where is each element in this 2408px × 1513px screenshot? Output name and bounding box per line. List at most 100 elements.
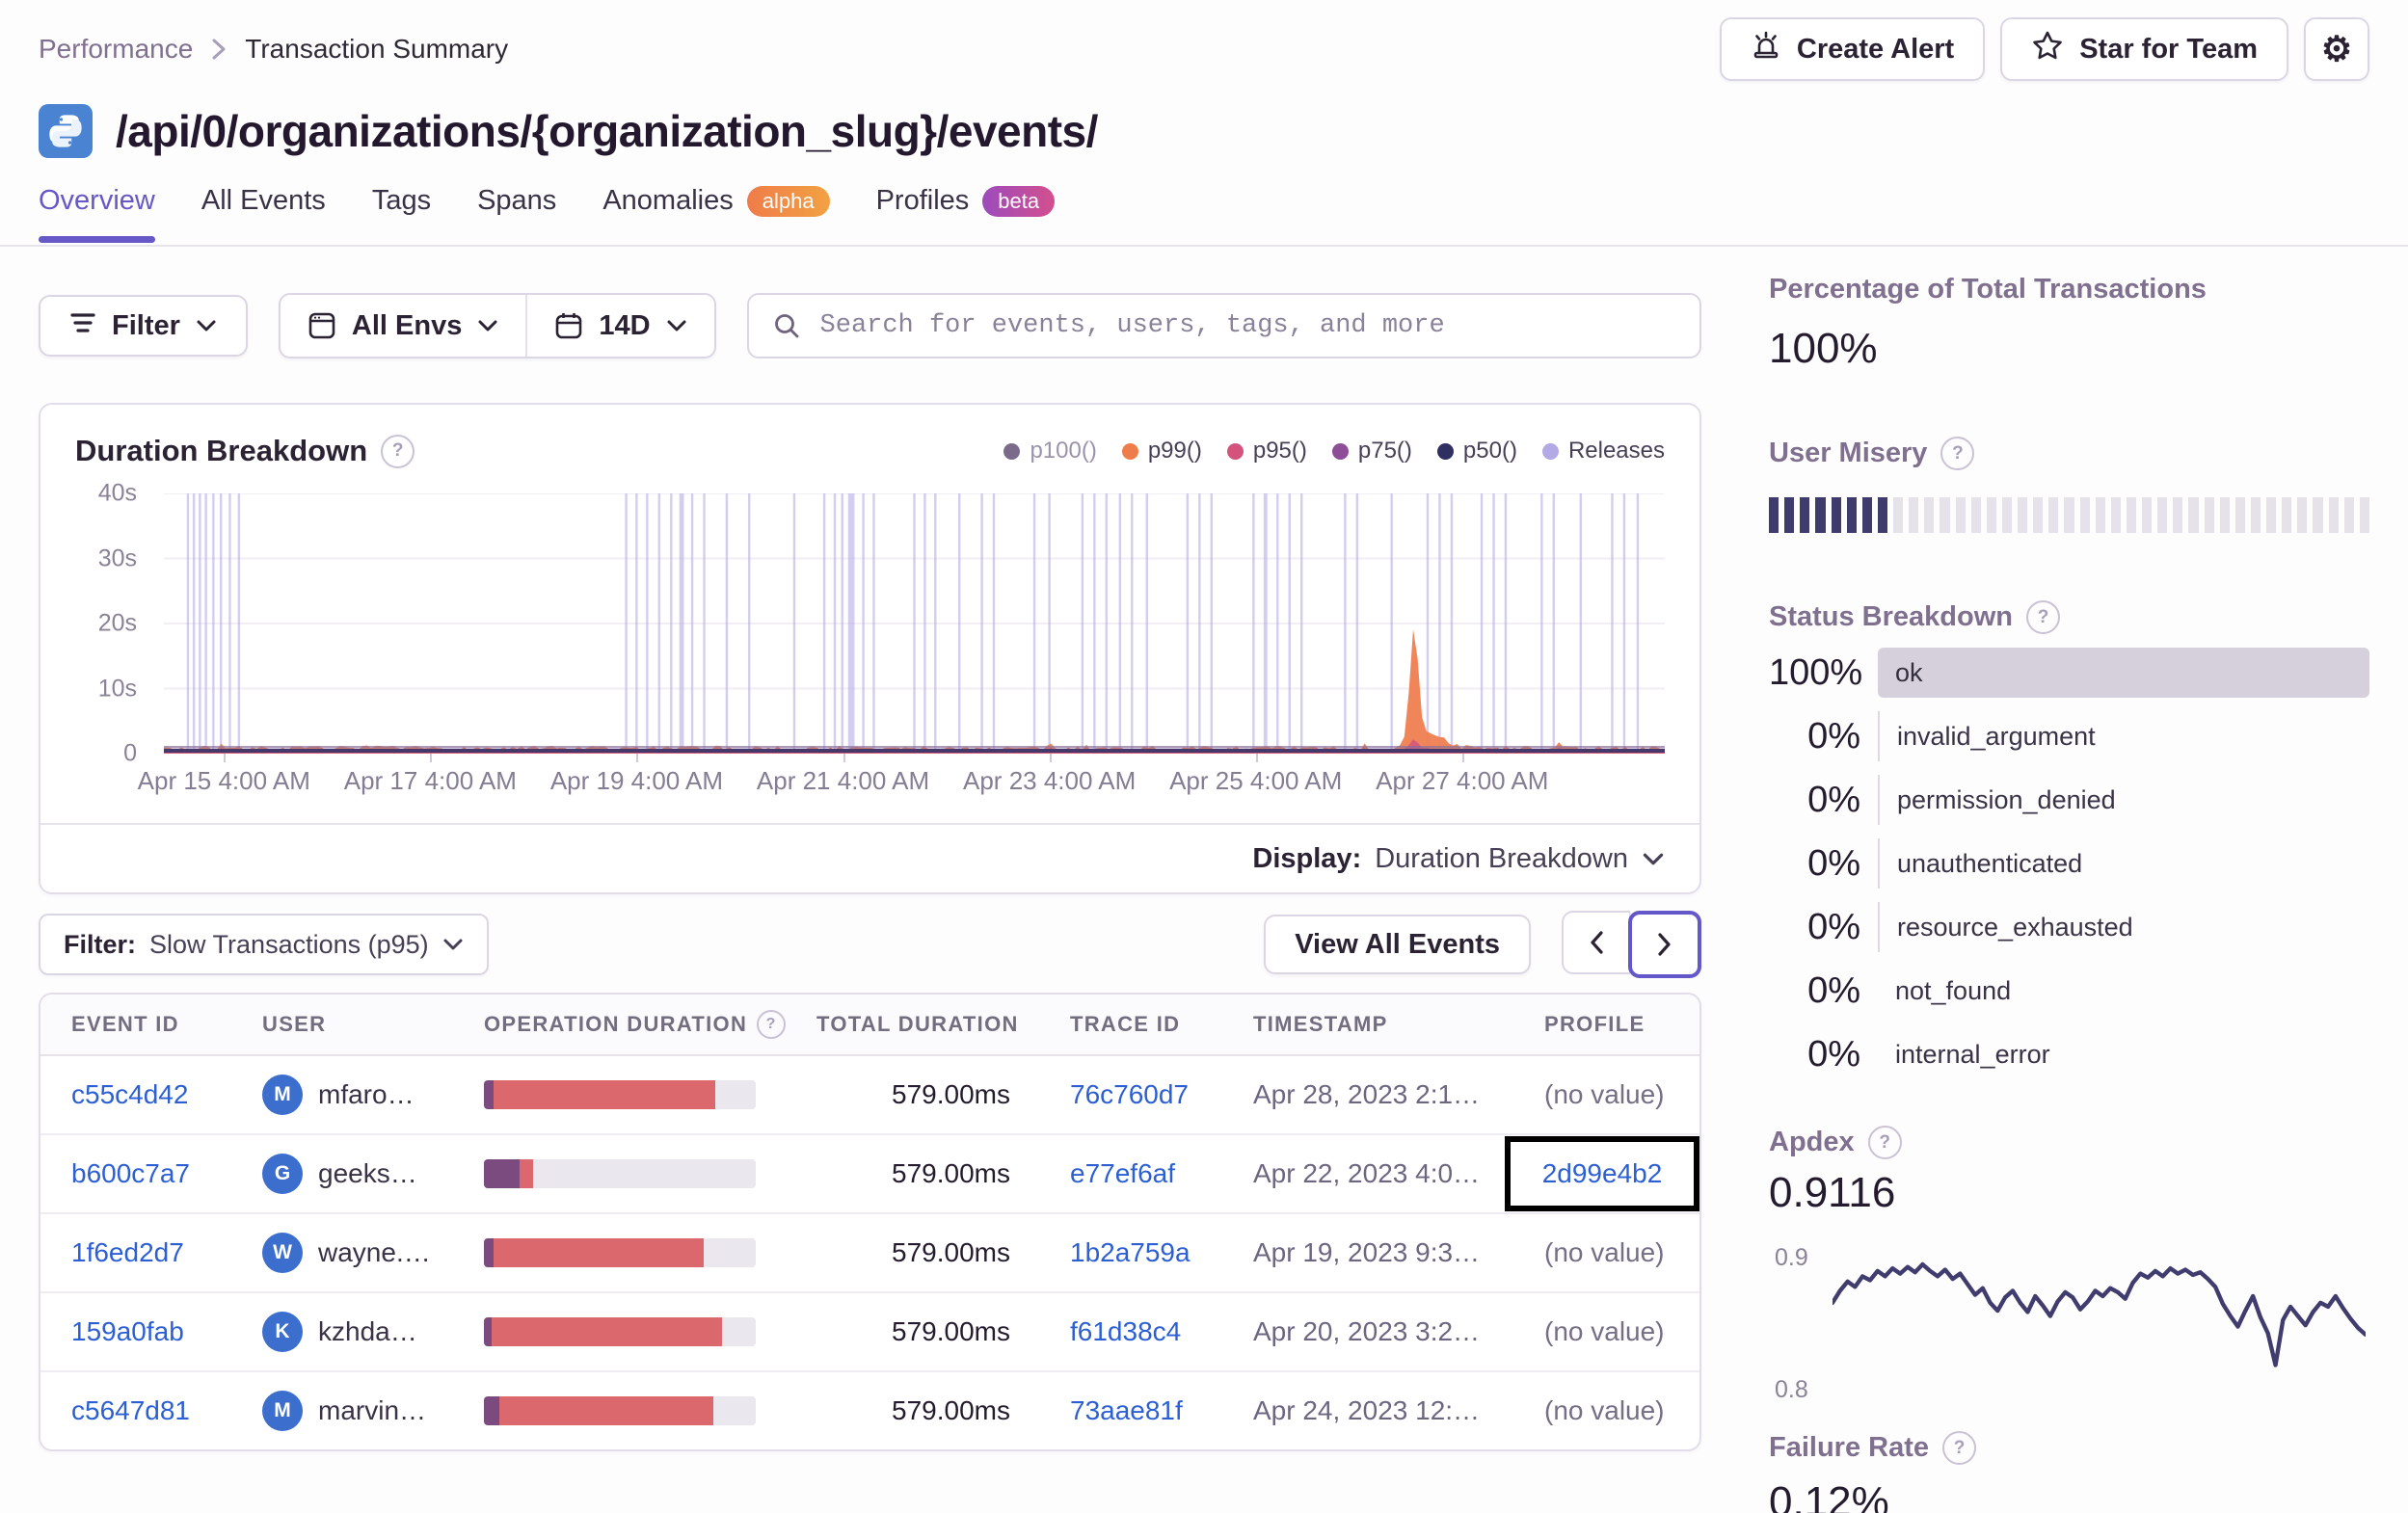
op-duration-segment-db bbox=[484, 1238, 494, 1267]
settings-button[interactable]: ⚙ bbox=[2304, 17, 2369, 81]
star-for-team-button[interactable]: Star for Team bbox=[2000, 17, 2288, 81]
legend-item-label: p99() bbox=[1147, 438, 1202, 464]
star-icon bbox=[2031, 30, 2064, 68]
trace-id-link[interactable]: 76c760d7 bbox=[1070, 1079, 1253, 1110]
search-icon bbox=[774, 314, 798, 338]
misery-segment bbox=[1909, 497, 1919, 533]
misery-segment bbox=[2001, 497, 2012, 533]
event-id-link[interactable]: 159a0fab bbox=[71, 1316, 262, 1347]
python-project-icon bbox=[39, 104, 93, 158]
date-range-selector[interactable]: 14D bbox=[525, 295, 713, 357]
y-axis-labels: 0 10s 20s 30s 40s bbox=[75, 480, 150, 767]
column-header-label: USER bbox=[262, 1012, 327, 1036]
environment-selector[interactable]: All Envs bbox=[281, 295, 525, 357]
chart-header: Duration Breakdown ? p100() p99() p95() p75… bbox=[40, 405, 1699, 468]
column-header-operation-duration[interactable]: OPERATION DURATION? bbox=[484, 1010, 816, 1039]
table-row: c5647d81 Mmarvin… 579.00ms 73aae81f Apr 24, … bbox=[40, 1372, 1699, 1449]
column-header-timestamp[interactable]: TIMESTAMP bbox=[1253, 1012, 1544, 1037]
status-breakdown-heading: Status Breakdown ? bbox=[1769, 600, 2369, 634]
status-row-invalid_argument: 0% invalid_argument bbox=[1769, 711, 2369, 761]
breadcrumb-performance[interactable]: Performance bbox=[39, 34, 193, 65]
help-icon[interactable]: ? bbox=[2026, 600, 2060, 634]
misery-segment bbox=[2188, 497, 2199, 533]
y-axis-tick-label: 30s bbox=[97, 544, 137, 571]
trace-id-link[interactable]: e77ef6af bbox=[1070, 1158, 1253, 1189]
misery-segment bbox=[2250, 497, 2261, 533]
legend-item-p75[interactable]: p75() bbox=[1331, 438, 1412, 465]
next-page-button[interactable] bbox=[1628, 911, 1701, 978]
create-alert-button[interactable]: Create Alert bbox=[1719, 17, 1986, 81]
misery-segment bbox=[2173, 497, 2183, 533]
profile-id-link[interactable]: 2d99e4b2 bbox=[1542, 1158, 1663, 1189]
trace-id-link[interactable]: 73aae81f bbox=[1070, 1395, 1253, 1426]
event-id-link[interactable]: c5647d81 bbox=[71, 1395, 262, 1426]
column-header-user[interactable]: USER bbox=[262, 1012, 484, 1037]
legend-item-label: p100() bbox=[1030, 438, 1097, 464]
tab-anomalies[interactable]: Anomalies alpha bbox=[602, 185, 830, 240]
column-header-total-duration[interactable]: TOTAL DURATION bbox=[816, 1012, 1070, 1037]
tab-overview[interactable]: Overview bbox=[39, 185, 155, 243]
misery-segment bbox=[2343, 497, 2354, 533]
column-header-event-id[interactable]: EVENT ID bbox=[71, 1012, 262, 1037]
avatar: K bbox=[262, 1312, 303, 1352]
status-percent: 0% bbox=[1807, 906, 1860, 947]
apdex-value: 0.9116 bbox=[1769, 1169, 1896, 1216]
column-header-profile[interactable]: PROFILE bbox=[1544, 1012, 1669, 1037]
x-axis-tick-label: Apr 21 4:00 AM bbox=[756, 766, 930, 795]
chevron-down-icon bbox=[443, 939, 463, 950]
legend-item-p95[interactable]: p95() bbox=[1226, 438, 1307, 465]
help-icon[interactable]: ? bbox=[381, 434, 415, 468]
chevron-down-icon bbox=[197, 320, 216, 332]
legend-item-p99[interactable]: p99() bbox=[1121, 438, 1202, 465]
previous-page-button[interactable] bbox=[1562, 911, 1630, 974]
tab-profiles[interactable]: Profiles beta bbox=[876, 185, 1056, 240]
tab-all-events[interactable]: All Events bbox=[201, 185, 326, 240]
table-header-row: EVENT ID USER OPERATION DURATION? TOTAL DUR… bbox=[40, 995, 1699, 1056]
tab-tags[interactable]: Tags bbox=[372, 185, 431, 240]
legend-item-p50[interactable]: p50() bbox=[1436, 438, 1517, 465]
filter-button[interactable]: Filter bbox=[39, 295, 248, 357]
breadcrumb-transaction-summary: Transaction Summary bbox=[245, 34, 509, 64]
search-input[interactable] bbox=[817, 310, 1676, 341]
y-axis-tick-label: 20s bbox=[97, 609, 137, 637]
help-icon[interactable]: ? bbox=[1867, 1126, 1902, 1159]
env-date-group: All Envs 14D bbox=[278, 293, 716, 358]
breadcrumb-separator-icon bbox=[210, 36, 227, 63]
display-dropdown[interactable]: Display: Duration Breakdown bbox=[40, 823, 1699, 892]
profile-no-value: (no value) bbox=[1544, 1316, 1665, 1346]
event-id-link[interactable]: b600c7a7 bbox=[71, 1158, 262, 1189]
view-all-events-label: View All Events bbox=[1295, 928, 1500, 960]
event-id-link[interactable]: c55c4d42 bbox=[71, 1079, 262, 1110]
legend-item-label: Releases bbox=[1567, 438, 1665, 464]
transaction-filter-label: Filter: bbox=[64, 929, 137, 959]
trace-id-link[interactable]: f61d38c4 bbox=[1070, 1316, 1253, 1347]
trace-id-link[interactable]: 1b2a759a bbox=[1070, 1237, 1253, 1268]
total-duration-value: 579.00ms bbox=[892, 1316, 1010, 1346]
view-all-events-button[interactable]: View All Events bbox=[1264, 915, 1531, 974]
transaction-filter-dropdown[interactable]: Filter: Slow Transactions (p95) bbox=[39, 914, 489, 975]
misery-segment bbox=[2313, 497, 2323, 533]
title-row: /api/0/organizations/{organization_slug}… bbox=[0, 83, 2408, 158]
help-icon[interactable]: ? bbox=[1942, 1431, 1976, 1465]
calendar-icon bbox=[556, 313, 582, 339]
misery-segment bbox=[1769, 497, 1779, 533]
summary-sidebar: Percentage of Total Transactions 100% Us… bbox=[1769, 247, 2369, 1513]
chart-plot-area[interactable]: Apr 15 4:00 AM Apr 17 4:00 AM Apr 19 4:00 … bbox=[138, 493, 1665, 795]
status-row-ok: 100% ok bbox=[1769, 648, 2369, 698]
filter-button-label: Filter bbox=[112, 309, 180, 341]
legend-item-Releases[interactable]: Releases bbox=[1541, 438, 1665, 465]
misery-segment bbox=[2266, 497, 2277, 533]
percentage-total-heading: Percentage of Total Transactions bbox=[1769, 274, 2369, 305]
timestamp-value: Apr 20, 2023 3:2… bbox=[1253, 1316, 1481, 1346]
op-duration-segment-http bbox=[492, 1317, 722, 1346]
profile-cell: (no value) bbox=[1544, 1079, 1669, 1110]
x-axis-tick-label: Apr 23 4:00 AM bbox=[963, 766, 1137, 795]
help-icon[interactable]: ? bbox=[1940, 437, 1975, 470]
help-icon[interactable]: ? bbox=[757, 1010, 787, 1039]
event-id-link[interactable]: 1f6ed2d7 bbox=[71, 1237, 262, 1268]
legend-item-p100[interactable]: p100() bbox=[1003, 438, 1097, 465]
tab-spans[interactable]: Spans bbox=[477, 185, 556, 240]
column-header-trace-id[interactable]: TRACE ID bbox=[1070, 1012, 1253, 1037]
filter-lines-icon bbox=[69, 310, 96, 342]
misery-segment bbox=[2282, 497, 2292, 533]
